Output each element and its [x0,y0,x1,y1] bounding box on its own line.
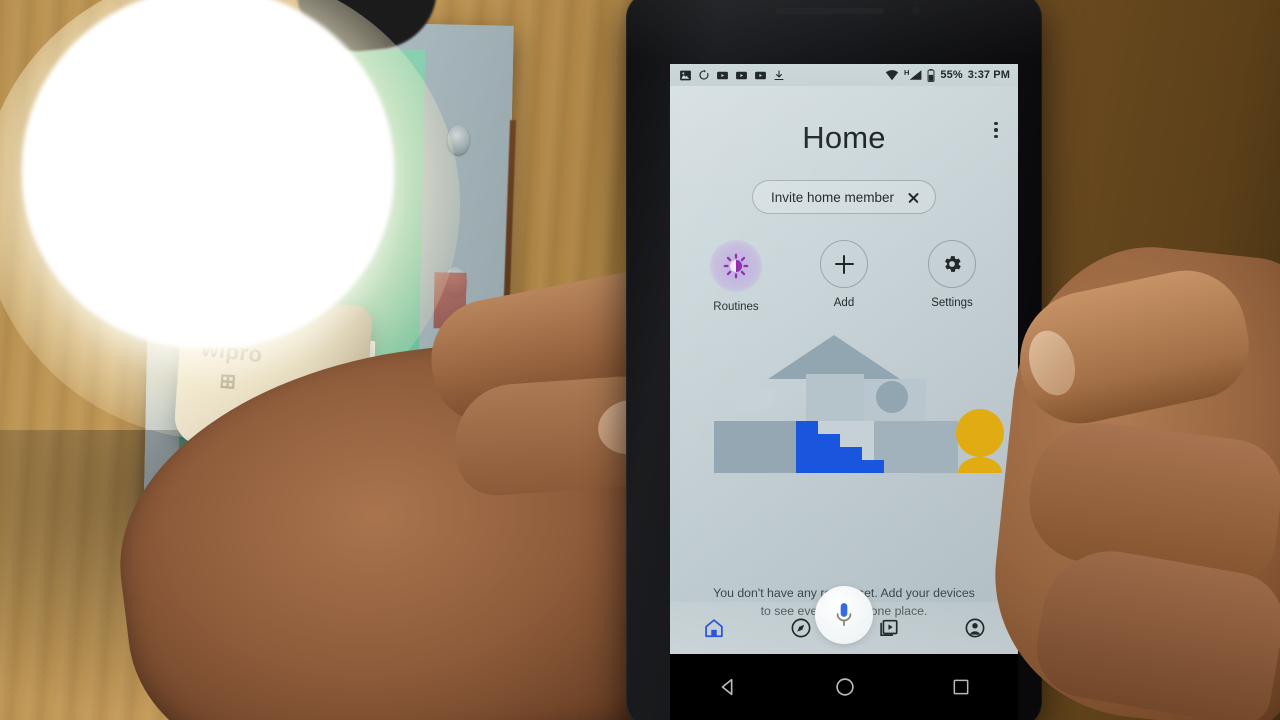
media-play-icon [879,619,898,636]
routines-label: Routines [713,301,759,313]
bottom-navigation-bar [670,602,1018,654]
nav-item-home[interactable] [670,617,757,639]
person-head [956,409,1004,457]
chip-row: Invite home member [670,180,1018,214]
led-bulb-dome [22,0,394,348]
photo-scene: wipro ⊞ [0,0,1280,720]
status-bar-system-icons: H 55% 3:37 PM [885,68,1010,82]
notification-image-icon [680,70,691,80]
empty-home-illustration [670,329,1018,479]
add-button[interactable]: Add [811,240,877,313]
settings-icon-ring [928,240,976,288]
compass-icon [791,618,810,638]
video-play-icon [717,71,728,79]
battery-icon [927,68,935,82]
roof-shape [768,335,900,379]
status-bar-notification-icons [679,69,785,82]
invite-home-member-label: Invite home member [770,189,895,205]
back-button[interactable] [717,676,739,698]
wifi-icon [885,70,899,81]
sync-icon [699,69,709,80]
empty-state-graphic [714,335,1004,473]
close-icon[interactable] [907,191,920,204]
android-navigation-bar [670,654,1018,720]
video-play-icon [736,71,747,79]
bowl-shape [730,389,776,412]
gear-icon [945,256,961,272]
front-camera [912,6,921,15]
block-right [874,421,958,473]
block-left [714,421,796,473]
download-icon [774,69,784,80]
network-type-label: H [903,68,910,77]
settings-button[interactable]: Settings [919,240,985,313]
status-bar-clock: 3:37 PM [967,68,1010,81]
battery-percent-label: 55% [940,68,963,81]
nav-item-media[interactable] [844,617,931,639]
add-label: Add [833,297,855,309]
plus-icon [834,254,854,274]
phone-screen[interactable]: H 55% 3:37 PM Home Invite home member Ro… [670,64,1018,654]
nav-item-explore[interactable] [757,617,844,639]
page-title: Home [802,120,886,155]
person-body [958,457,1002,473]
cellular-signal-icon [909,70,922,80]
routines-button[interactable]: Routines [703,240,769,313]
brightness-routines-icon [723,253,749,279]
quick-actions: Routines Add Settings [670,240,1018,313]
add-icon-ring [820,240,868,288]
recents-button[interactable] [951,677,971,697]
earpiece-speaker [776,8,884,14]
dot [994,128,998,132]
video-play-icon [755,71,766,79]
smartphone: H 55% 3:37 PM Home Invite home member Ro… [626,0,1042,720]
status-bar: H 55% 3:37 PM [670,64,1018,86]
window-circle [876,381,908,413]
dot [994,121,998,126]
dot [994,134,998,139]
cellular-group: H [904,69,922,81]
home-button[interactable] [834,676,856,698]
google-home-app: Home Invite home member Routines Add Set… [670,86,1018,654]
home-icon [704,619,723,638]
routines-icon-ring [710,240,762,292]
settings-label: Settings [931,297,973,309]
invite-home-member-chip[interactable]: Invite home member [751,180,937,214]
tower-shape [806,374,864,422]
overflow-menu-button[interactable] [986,116,1006,144]
account-circle-icon [965,618,984,638]
